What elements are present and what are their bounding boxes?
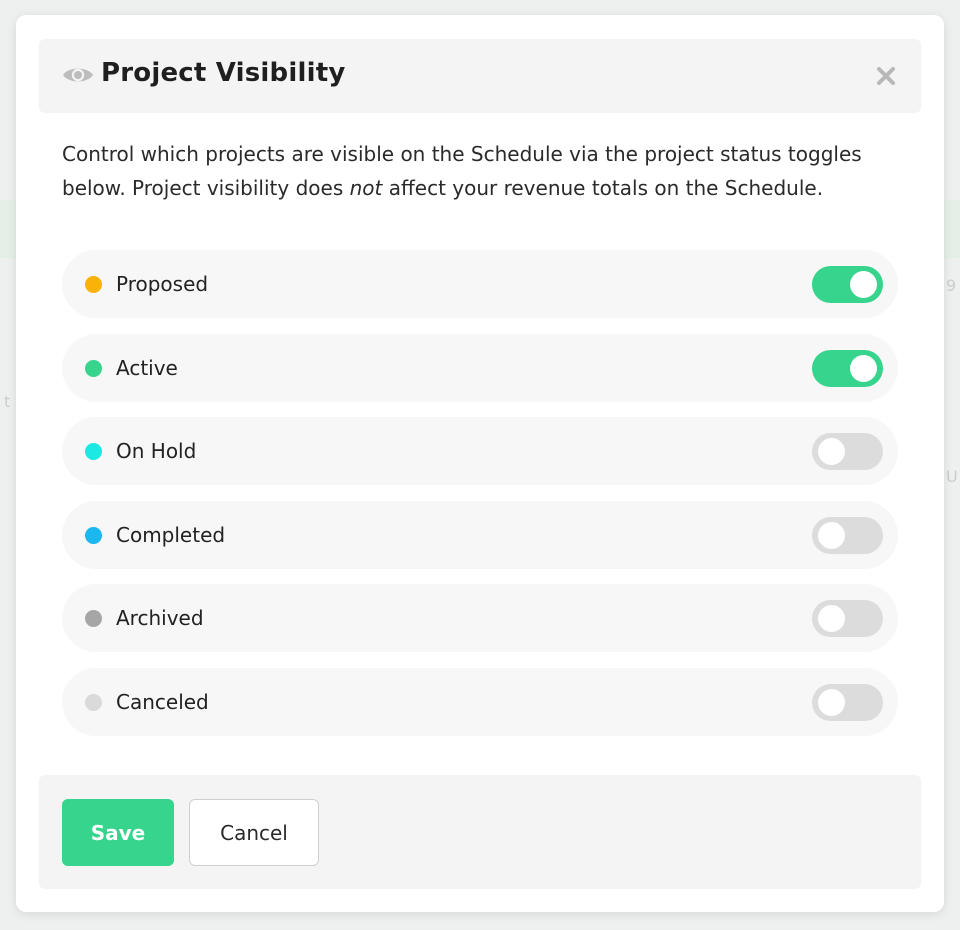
- toggle-canceled[interactable]: [812, 683, 883, 721]
- status-row-on-hold: On Hold: [62, 417, 898, 486]
- status-color-dot: [85, 693, 102, 711]
- toggle-knob: [818, 688, 845, 716]
- status-color-dot: [85, 359, 102, 377]
- status-color-dot: [85, 610, 102, 628]
- status-color-dot: [85, 526, 102, 544]
- save-button[interactable]: Save: [62, 799, 174, 866]
- eye-icon: [63, 68, 93, 82]
- toggle-archived[interactable]: [812, 600, 883, 638]
- toggle-proposed[interactable]: [812, 266, 883, 303]
- status-row-completed: Completed: [62, 500, 898, 569]
- toggle-completed[interactable]: [812, 516, 883, 554]
- project-visibility-dialog: Project Visibility Control which project…: [16, 15, 944, 912]
- dialog-title: Project Visibility: [101, 58, 346, 88]
- status-toggle-list: Proposed Active On Hold Completed Archiv…: [62, 250, 898, 752]
- cancel-button[interactable]: Cancel: [189, 799, 319, 866]
- toggle-knob: [818, 521, 845, 549]
- close-icon[interactable]: [875, 65, 897, 87]
- status-label: Archived: [116, 606, 204, 631]
- status-row-active: Active: [62, 333, 898, 402]
- toggle-knob: [850, 354, 877, 382]
- status-row-canceled: Canceled: [62, 667, 898, 736]
- toggle-knob: [850, 271, 877, 298]
- status-label: Active: [116, 355, 178, 380]
- background-page-fragment: U: [946, 467, 958, 486]
- toggle-on-hold[interactable]: [812, 433, 883, 471]
- status-row-archived: Archived: [62, 584, 898, 653]
- background-page-fragment: t: [4, 392, 11, 411]
- dialog-header: Project Visibility: [39, 39, 921, 113]
- dialog-description: Control which projects are visible on th…: [62, 137, 902, 205]
- status-label: Canceled: [116, 689, 209, 714]
- toggle-knob: [818, 438, 845, 466]
- status-color-dot: [85, 443, 102, 461]
- status-row-proposed: Proposed: [62, 250, 898, 318]
- background-page-fragment: 9: [946, 276, 957, 295]
- description-text: affect your revenue totals on the Schedu…: [382, 176, 824, 200]
- toggle-knob: [818, 605, 845, 633]
- dialog-footer: Save Cancel: [39, 775, 921, 889]
- description-emphasis: not: [349, 176, 383, 200]
- toggle-active[interactable]: [812, 349, 883, 387]
- status-color-dot: [85, 276, 102, 293]
- status-label: Completed: [116, 522, 226, 547]
- status-label: Proposed: [116, 272, 209, 296]
- status-label: On Hold: [116, 439, 197, 464]
